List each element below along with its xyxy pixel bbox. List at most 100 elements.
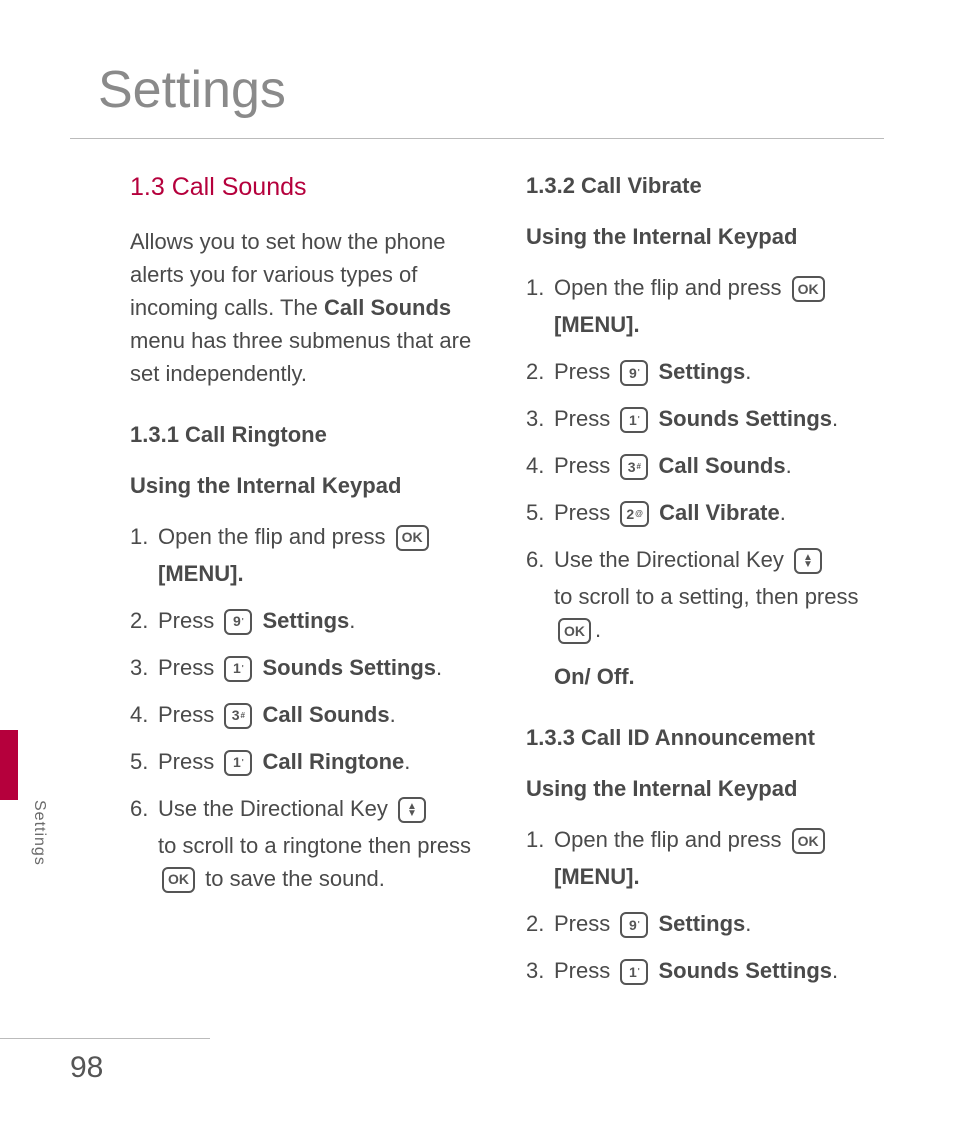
step-bold: Call Sounds [262,702,389,727]
menu-text: [MENU] [554,864,633,889]
step-text: Press [158,749,220,774]
key2-icon: 2@ [620,501,649,527]
key3-icon: 3# [620,454,648,480]
onoff-text: On/ Off [554,664,629,689]
steps-list: Open the flip and press OK [MENU]. Press… [130,520,488,895]
key-sup: ' [638,414,640,426]
key-digit: 9 [629,915,637,936]
period: . [786,453,792,478]
intro-bold: Call Sounds [324,295,451,320]
step-text: Press [158,608,220,633]
step-bold: Sounds Settings [262,655,436,680]
key9-icon: 9' [224,609,252,635]
side-tab-bar [0,730,18,800]
step-cont: to scroll to a ringtone then press OK to… [158,829,488,895]
step-options: On/ Off. [554,660,884,693]
period: . [832,406,838,431]
step-item: Press 3# Call Sounds. [130,698,488,731]
menu-text: [MENU] [554,312,633,337]
subsection-heading: 1.3.1 Call Ringtone [130,418,488,451]
step-bold: Call Sounds [658,453,785,478]
method-heading: Using the Internal Keypad [526,220,884,253]
period: . [832,958,838,983]
down-arrow-icon: ▼ [407,810,417,817]
step-bold: Call Vibrate [659,500,780,525]
step-text: Open the flip and press [554,827,788,852]
period: . [745,359,751,384]
step-cont: to scroll to a setting, then press OK. [554,580,884,646]
period: . [237,561,243,586]
key-digit: 1 [233,752,241,773]
period: . [436,655,442,680]
step-bold: Settings [658,911,745,936]
period: . [745,911,751,936]
intro-text: Allows you to set how the phone alerts y… [130,225,488,390]
menu-text: [MENU] [158,561,237,586]
step-text: Press [158,655,220,680]
step-item: Press 9' Settings. [526,355,884,388]
key-sup: # [637,461,641,473]
step-text: to scroll to a setting, then press [554,584,859,609]
key-digit: 3 [232,705,240,726]
step-item: Press 9' Settings. [130,604,488,637]
step-item: Press 1' Sounds Settings. [526,402,884,435]
step-text: Press [554,911,616,936]
step-item: Open the flip and press OK [MENU]. [526,271,884,341]
page-title: Settings [98,60,884,120]
ok-key-icon: OK [396,525,429,551]
ok-key-icon: OK [558,618,591,644]
ok-key-icon: OK [792,276,825,302]
section-heading: 1.3 Call Sounds [130,169,488,207]
key-digit: 1 [629,410,637,431]
key-sup: # [241,710,245,722]
period: . [390,702,396,727]
footer: 98 [0,1038,210,1085]
key1-icon: 1' [224,656,252,682]
subsection-heading: 1.3.2 Call Vibrate [526,169,884,202]
intro-post: menu has three submenus that are set ind… [130,328,471,386]
page-number: 98 [70,1051,210,1085]
subsection-heading: 1.3.3 Call ID Announcement [526,721,884,754]
period: . [404,749,410,774]
directional-key-icon: ▲▼ [794,548,822,574]
steps-list: Open the flip and press OK [MENU]. Press… [526,271,884,693]
steps-list: Open the flip and press OK [MENU]. Press… [526,823,884,987]
key-sup: ' [638,367,640,379]
step-item: Press 1' Sounds Settings. [130,651,488,684]
step-text: Press [158,702,220,727]
step-bold: Call Ringtone [262,749,404,774]
period: . [349,608,355,633]
step-item: Use the Directional Key ▲▼ to scroll to … [130,792,488,895]
key-sup: ' [638,919,640,931]
directional-key-icon: ▲▼ [398,797,426,823]
divider [70,138,884,139]
key1-icon: 1' [224,750,252,776]
key-sup: ' [638,966,640,978]
down-arrow-icon: ▼ [803,561,813,568]
key-digit: 1 [233,658,241,679]
step-bold: Settings [658,359,745,384]
key1-icon: 1' [620,407,648,433]
step-item: Press 1' Call Ringtone. [130,745,488,778]
step-text: to scroll to a ringtone then press [158,833,471,858]
step-text: Press [554,958,616,983]
step-item: Press 9' Settings. [526,907,884,940]
key-sup: ' [242,757,244,769]
side-tab: Settings [0,620,26,730]
step-item: Press 3# Call Sounds. [526,449,884,482]
step-text: Press [554,500,616,525]
ok-key-icon: OK [162,867,195,893]
period: . [633,864,639,889]
key9-icon: 9' [620,360,648,386]
key-digit: 9 [629,363,637,384]
footer-divider [0,1038,210,1039]
step-item: Use the Directional Key ▲▼ to scroll to … [526,543,884,693]
menu-label: [MENU]. [554,308,884,341]
step-text: Open the flip and press [158,524,392,549]
key3-icon: 3# [224,703,252,729]
step-item: Open the flip and press OK [MENU]. [526,823,884,893]
ok-key-icon: OK [792,828,825,854]
key-digit: 2 [626,504,634,525]
menu-label: [MENU]. [158,557,488,590]
step-item: Press 2@ Call Vibrate. [526,496,884,529]
